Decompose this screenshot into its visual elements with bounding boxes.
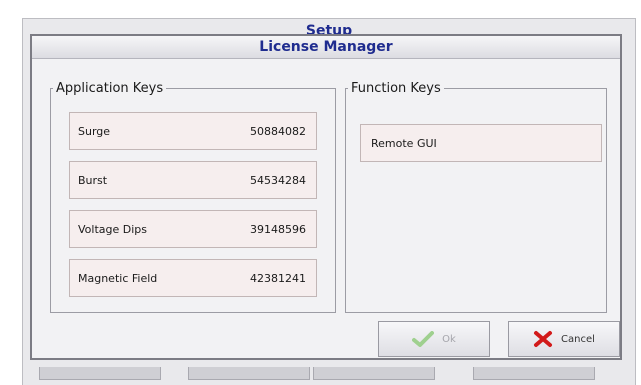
- setup-tab-button[interactable]: [188, 367, 310, 380]
- red-x-icon: [533, 330, 553, 348]
- ok-button-label: Ok: [442, 333, 456, 345]
- application-key-row-voltage-dips[interactable]: Voltage Dips 39148596: [69, 210, 317, 248]
- function-key-name: Remote GUI: [371, 137, 437, 150]
- license-manager-dialog: License Manager Application Keys Surge 5…: [30, 34, 622, 360]
- application-key-name: Voltage Dips: [78, 223, 147, 236]
- cancel-button-label: Cancel: [561, 333, 595, 345]
- screen: Setup License Manager Application Keys S…: [0, 0, 641, 385]
- dialog-title: License Manager: [32, 36, 620, 59]
- application-key-value: 39148596: [250, 223, 306, 236]
- application-key-row-magnetic-field[interactable]: Magnetic Field 42381241: [69, 259, 317, 297]
- function-keys-legend: Function Keys: [351, 81, 441, 96]
- function-keys-group: Function Keys Remote GUI: [345, 81, 607, 313]
- setup-tab-button[interactable]: [313, 367, 435, 380]
- application-key-value: 54534284: [250, 174, 306, 187]
- application-key-name: Magnetic Field: [78, 272, 158, 285]
- application-keys-legend: Application Keys: [56, 81, 164, 96]
- setup-tab-button[interactable]: [39, 367, 161, 380]
- application-key-row-surge[interactable]: Surge 50884082: [69, 112, 317, 150]
- cancel-button[interactable]: Cancel: [508, 321, 620, 357]
- application-key-value: 42381241: [250, 272, 306, 285]
- application-key-value: 50884082: [250, 125, 306, 138]
- application-key-row-burst[interactable]: Burst 54534284: [69, 161, 317, 199]
- application-key-name: Burst: [78, 174, 108, 187]
- checkmark-icon: [412, 331, 435, 347]
- function-key-row-remote-gui[interactable]: Remote GUI: [360, 124, 602, 162]
- setup-tab-button[interactable]: [473, 367, 595, 380]
- application-keys-group: Application Keys Surge 50884082 Burst 54…: [50, 81, 336, 313]
- application-key-name: Surge: [78, 125, 111, 138]
- ok-button[interactable]: Ok: [378, 321, 490, 357]
